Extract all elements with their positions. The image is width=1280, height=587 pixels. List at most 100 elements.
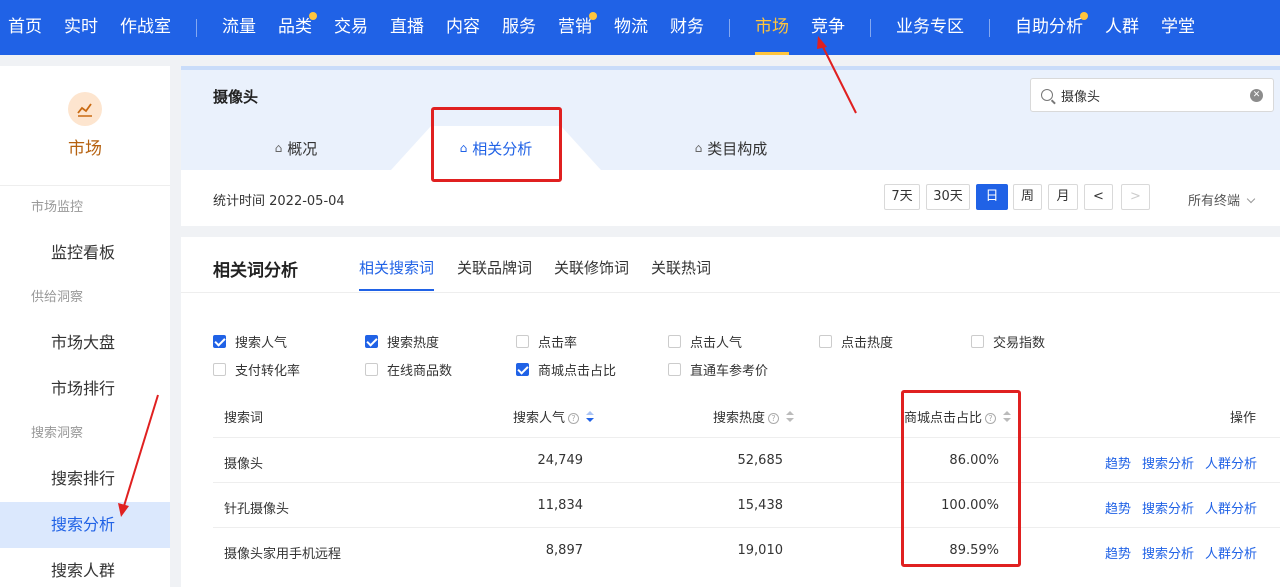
- period-30d-button[interactable]: 30天: [926, 184, 970, 210]
- metric-checkbox-search-popularity[interactable]: 搜索人气: [213, 332, 287, 351]
- nav-service[interactable]: 服务: [491, 0, 547, 55]
- nav-finance[interactable]: 财务: [659, 0, 715, 55]
- trend-link[interactable]: 趋势: [1105, 453, 1131, 472]
- bag-icon: ⌂: [274, 141, 283, 155]
- mall-click-ratio-value: 86.00%: [949, 453, 999, 468]
- mall-click-ratio-value: 100.00%: [941, 498, 999, 513]
- metric-checkbox-pay-conversion[interactable]: 支付转化率: [213, 360, 300, 379]
- nav-home[interactable]: 首页: [0, 0, 53, 55]
- metric-checkbox-trade-index[interactable]: 交易指数: [971, 332, 1045, 351]
- nav-category[interactable]: 品类: [267, 0, 323, 55]
- help-icon: ?: [768, 413, 780, 424]
- sidebar: 市场 市场监控 监控看板 供给洞察 市场大盘 市场排行 搜索洞察 搜索排行 搜索…: [0, 66, 170, 587]
- table-row: 针孔摄像头 11,834 15,438 100.00% 趋势 搜索分析 人群分析: [213, 482, 1280, 527]
- col-search-heat[interactable]: 搜索热度?: [713, 407, 795, 426]
- nav-business-zone[interactable]: 业务专区: [885, 0, 975, 55]
- nav-separator: [196, 18, 197, 37]
- nav-trade[interactable]: 交易: [323, 0, 379, 55]
- search-popularity-value: 11,834: [537, 498, 584, 513]
- sort-icon: [1003, 411, 1012, 423]
- metric-checkbox-mall-click-ratio[interactable]: 商城点击占比: [516, 360, 616, 379]
- divider: [181, 292, 1280, 293]
- tab-related-analysis[interactable]: ⌂ 相关分析: [391, 126, 601, 170]
- metric-checkbox-online-products[interactable]: 在线商品数: [365, 360, 452, 379]
- nav-live[interactable]: 直播: [379, 0, 435, 55]
- period-month-button[interactable]: 月: [1048, 184, 1078, 210]
- sidebar-item-monitor-board[interactable]: 监控看板: [0, 230, 170, 276]
- period-7d-button[interactable]: 7天: [884, 184, 920, 210]
- section-title: 相关词分析: [213, 261, 298, 281]
- table-header: 搜索词 搜索人气? 搜索热度? 商城点击占比? 操作: [213, 393, 1280, 437]
- search-popularity-value: 24,749: [537, 453, 584, 468]
- search-heat-value: 52,685: [737, 453, 784, 468]
- bag-icon: ⌂: [694, 141, 703, 155]
- search-analysis-link[interactable]: 搜索分析: [1142, 498, 1194, 517]
- search-input[interactable]: [1061, 87, 1250, 103]
- next-period-button[interactable]: >: [1121, 184, 1150, 210]
- nav-separator: [989, 18, 990, 37]
- search-word: 摄像头: [224, 457, 264, 472]
- metric-checkbox-click-rate[interactable]: 点击率: [516, 332, 577, 351]
- chevron-down-icon: [1246, 194, 1256, 204]
- col-mall-click-ratio[interactable]: 商城点击占比?: [904, 407, 1012, 426]
- nav-separator: [870, 18, 871, 37]
- tab-category-composition[interactable]: ⌂ 类目构成: [676, 126, 786, 170]
- sidebar-item-search-ranking[interactable]: 搜索排行: [0, 456, 170, 502]
- audience-analysis-link[interactable]: 人群分析: [1205, 543, 1257, 562]
- search-heat-value: 19,010: [737, 543, 784, 558]
- search-word: 摄像头家用手机远程: [224, 547, 342, 562]
- nav-self-analysis[interactable]: 自助分析: [1004, 0, 1094, 55]
- subtab-hot-words[interactable]: 关联热词: [651, 257, 711, 291]
- terminal-select[interactable]: 所有终端: [1188, 190, 1256, 209]
- nav-academy[interactable]: 学堂: [1150, 0, 1206, 55]
- audience-analysis-link[interactable]: 人群分析: [1205, 453, 1257, 472]
- subtab-related-search-words[interactable]: 相关搜索词: [359, 257, 435, 291]
- metric-checkbox-search-heat[interactable]: 搜索热度: [365, 332, 439, 351]
- search-icon: [1041, 89, 1053, 101]
- nav-realtime[interactable]: 实时: [53, 0, 109, 55]
- subtab-modifier-words[interactable]: 关联修饰词: [554, 257, 629, 291]
- bag-icon: ⌂: [459, 141, 468, 155]
- metric-checkbox-click-heat[interactable]: 点击热度: [819, 332, 893, 351]
- audience-analysis-link[interactable]: 人群分析: [1205, 498, 1257, 517]
- notification-dot: [589, 12, 597, 20]
- nav-content[interactable]: 内容: [435, 0, 491, 55]
- nav-traffic[interactable]: 流量: [211, 0, 267, 55]
- help-icon: ?: [985, 413, 997, 424]
- sort-icon: [586, 411, 595, 423]
- table-row: 摄像头 24,749 52,685 86.00% 趋势 搜索分析 人群分析: [213, 437, 1280, 482]
- col-search-word: 搜索词: [224, 411, 264, 426]
- nav-logistics[interactable]: 物流: [603, 0, 659, 55]
- clear-icon[interactable]: ✕: [1250, 88, 1263, 102]
- sidebar-group-label: 搜索洞察: [31, 426, 84, 441]
- nav-market[interactable]: 市场: [744, 0, 800, 55]
- period-week-button[interactable]: 周: [1013, 184, 1042, 210]
- metric-checkbox-click-popularity[interactable]: 点击人气: [668, 332, 742, 351]
- trend-link[interactable]: 趋势: [1105, 543, 1131, 562]
- sidebar-item-search-analysis[interactable]: 搜索分析: [0, 502, 170, 548]
- related-words-panel: 相关词分析 相关搜索词 关联品牌词 关联修饰词 关联热词 搜索人气 搜索热度 点…: [181, 237, 1280, 587]
- trend-link[interactable]: 趋势: [1105, 498, 1131, 517]
- help-icon: ?: [568, 413, 580, 424]
- search-analysis-link[interactable]: 搜索分析: [1142, 543, 1194, 562]
- stat-time: 统计时间 2022-05-04: [213, 194, 345, 209]
- col-search-popularity[interactable]: 搜索人气?: [513, 407, 595, 426]
- sidebar-item-market-overview[interactable]: 市场大盘: [0, 320, 170, 366]
- nav-audience[interactable]: 人群: [1094, 0, 1150, 55]
- sidebar-item-search-audience[interactable]: 搜索人群: [0, 548, 170, 587]
- sidebar-item-market-ranking[interactable]: 市场排行: [0, 366, 170, 412]
- tab-overview[interactable]: ⌂ 概况: [251, 126, 341, 170]
- nav-war-room[interactable]: 作战室: [109, 0, 182, 55]
- top-nav: 首页 实时 作战室 流量 品类 交易 直播 内容 服务 营销 物流 财务 市场 …: [0, 0, 1280, 55]
- nav-marketing[interactable]: 营销: [547, 0, 603, 55]
- subtab-brand-words[interactable]: 关联品牌词: [457, 257, 532, 291]
- search-heat-value: 15,438: [737, 498, 784, 513]
- mall-click-ratio-value: 89.59%: [949, 543, 999, 558]
- period-day-button[interactable]: 日: [976, 184, 1008, 210]
- search-analysis-link[interactable]: 搜索分析: [1142, 453, 1194, 472]
- nav-separator: [729, 18, 730, 37]
- metric-checkbox-ztc-price[interactable]: 直通车参考价: [668, 360, 768, 379]
- sidebar-group-label: 供给洞察: [31, 290, 84, 305]
- nav-competition[interactable]: 竞争: [800, 0, 856, 55]
- prev-period-button[interactable]: <: [1084, 184, 1113, 210]
